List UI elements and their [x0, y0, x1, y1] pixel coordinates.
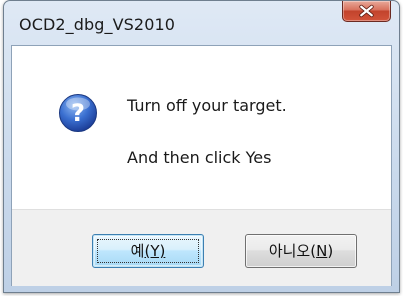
svg-text:?: ?	[71, 99, 85, 127]
message-line-2: And then click Yes	[127, 148, 272, 167]
yes-button-label: 예	[130, 242, 145, 260]
no-button[interactable]: 아니오(N)	[245, 234, 357, 268]
button-bar: 예(Y) 아니오(N)	[12, 209, 391, 286]
window-title: OCD2_dbg_VS2010	[19, 15, 176, 34]
yes-button-mnemonic: (Y)	[144, 242, 166, 260]
dialog-client-area: ? Turn off your target. And then click Y…	[11, 45, 392, 286]
message-box-window: OCD2_dbg_VS2010 ? Turn off your target. …	[3, 0, 400, 293]
yes-button[interactable]: 예(Y)	[92, 234, 204, 268]
message-line-1: Turn off your target.	[127, 96, 287, 115]
no-button-mnemonic: (N)	[310, 242, 333, 260]
no-mnemonic-close: )	[327, 242, 334, 260]
no-button-label: 아니오	[268, 242, 311, 260]
close-button[interactable]	[342, 1, 391, 22]
question-icon: ?	[59, 94, 97, 132]
title-bar[interactable]: OCD2_dbg_VS2010	[4, 1, 399, 45]
message-area: ? Turn off your target. And then click Y…	[12, 46, 391, 209]
no-mnemonic-key: N	[316, 242, 328, 260]
close-icon	[359, 4, 374, 18]
